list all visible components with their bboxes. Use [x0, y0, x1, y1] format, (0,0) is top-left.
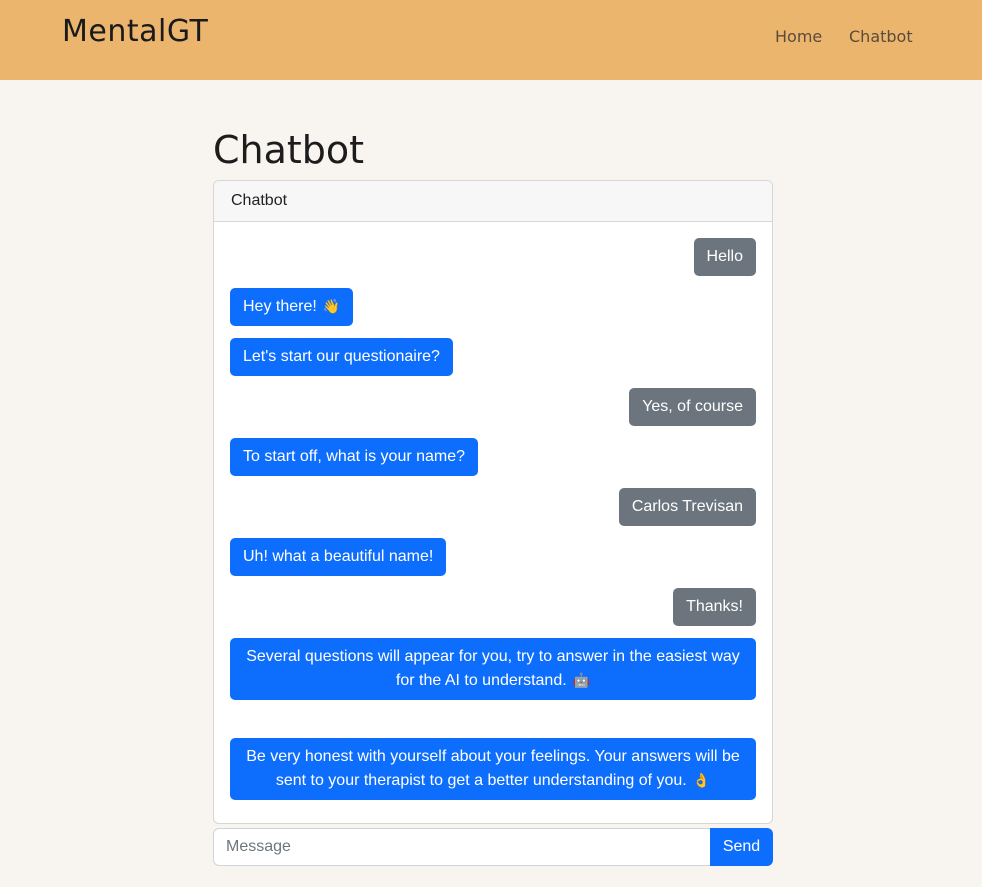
user-message: Thanks! [673, 588, 756, 626]
nav-link-chatbot[interactable]: Chatbot [849, 27, 913, 46]
message-input[interactable] [213, 828, 711, 866]
message-text: Uh! what a beautiful name! [243, 548, 434, 565]
message-text: To start off, what is your name? [243, 448, 466, 465]
user-message: Hello [693, 238, 756, 276]
message-text: Hello [706, 248, 743, 265]
message-text: Carlos Trevisan [631, 498, 743, 515]
page-title: Chatbot [213, 128, 365, 172]
message-text: Several questions will appear for you, t… [246, 648, 740, 689]
user-message: Carlos Trevisan [618, 488, 756, 526]
waving-hand-icon: 👋 [322, 299, 341, 315]
bot-message: Let's start our questionaire? [230, 338, 453, 376]
message-composer: Send [213, 828, 773, 866]
chat-card-header: Chatbot [214, 181, 772, 222]
chat-card: Chatbot Hello Hey there! 👋 Let's start ou… [213, 180, 773, 824]
brand-logo[interactable]: MentalGT [62, 14, 208, 49]
message-text: Be very honest with yourself about your … [246, 748, 740, 789]
robot-icon: 🤖 [572, 673, 591, 689]
bot-message: Uh! what a beautiful name! [230, 538, 447, 576]
bot-message: Be very honest with yourself about your … [230, 738, 756, 800]
message-text: Yes, of course [642, 398, 743, 415]
navbar: MentalGT Home Chatbot [0, 0, 982, 80]
bot-message: To start off, what is your name? [230, 438, 479, 476]
nav-link-home[interactable]: Home [775, 27, 822, 46]
user-message: Yes, of course [629, 388, 756, 426]
bot-message: Several questions will appear for you, t… [230, 638, 756, 700]
message-text: Let's start our questionaire? [243, 348, 440, 365]
ok-hand-icon: 👌 [692, 773, 711, 789]
bot-message: Hey there! 👋 [230, 288, 354, 326]
message-text: Thanks! [686, 598, 743, 615]
message-text: Hey there! [243, 298, 317, 315]
send-button[interactable]: Send [710, 828, 773, 866]
